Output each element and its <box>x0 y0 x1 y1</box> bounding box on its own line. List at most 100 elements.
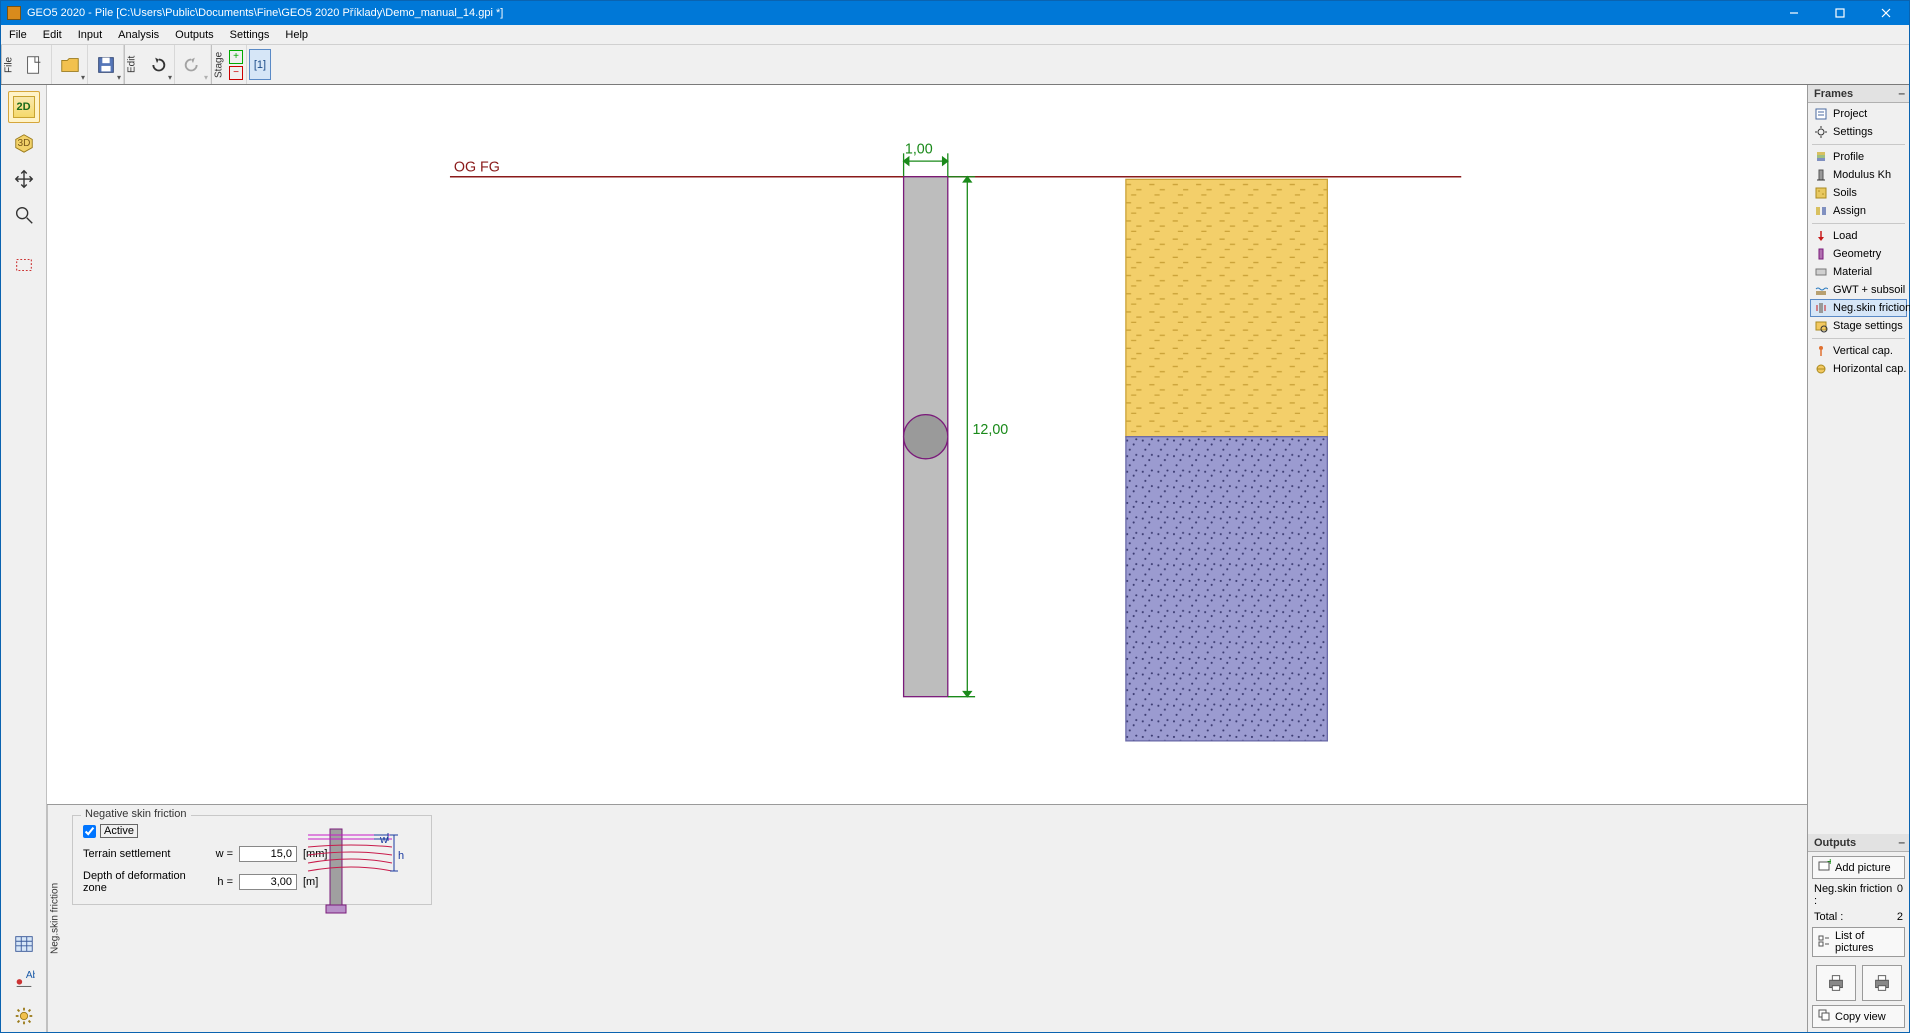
group-legend: Negative skin friction <box>81 808 191 820</box>
add-picture-button[interactable]: + Add picture <box>1812 856 1905 879</box>
gwt-icon <box>1814 283 1828 297</box>
menubar: File Edit Input Analysis Outputs Setting… <box>1 25 1909 45</box>
load-icon <box>1814 229 1828 243</box>
menu-input[interactable]: Input <box>70 25 110 44</box>
frame-horizontal-cap[interactable]: Horizontal cap. <box>1810 360 1907 378</box>
frames-minimize-icon[interactable]: – <box>1898 86 1905 100</box>
copy-view-icon <box>1817 1008 1831 1025</box>
frame-gwt-subsoil[interactable]: GWT + subsoil <box>1810 281 1907 299</box>
toolbar-tab-stage[interactable]: Stage <box>211 45 226 84</box>
h-symbol: h = <box>209 876 233 888</box>
deformation-depth-label: Depth of deformation zone <box>83 870 203 894</box>
frame-geometry[interactable]: Geometry <box>1810 245 1907 263</box>
stage-tab-1[interactable]: [1] <box>249 49 271 80</box>
close-button[interactable] <box>1863 1 1909 25</box>
material-icon <box>1814 265 1828 279</box>
stage-settings-icon <box>1814 319 1828 333</box>
output-neg-friction-row: Neg.skin friction :0 <box>1812 883 1905 907</box>
view-2d-button[interactable]: 2D <box>8 91 40 123</box>
outputs-minimize-icon[interactable]: – <box>1898 835 1905 849</box>
modulus-icon <box>1814 168 1828 182</box>
profile-icon <box>1814 150 1828 164</box>
vertical-cap-icon <box>1814 344 1828 358</box>
outputs-header: Outputs – <box>1808 834 1909 852</box>
list-pictures-icon <box>1817 934 1831 951</box>
settings-gear-button[interactable] <box>8 1000 40 1032</box>
terrain-settlement-label: Terrain settlement <box>83 848 203 860</box>
svg-text:Abc: Abc <box>25 970 34 981</box>
frame-modulus-kh[interactable]: Modulus Kh <box>1810 166 1907 184</box>
add-picture-icon: + <box>1817 859 1831 876</box>
terrain-settlement-input[interactable] <box>239 846 297 862</box>
svg-text:+: + <box>1827 859 1831 868</box>
menu-file[interactable]: File <box>1 25 35 44</box>
frame-profile[interactable]: Profile <box>1810 148 1907 166</box>
soils-icon <box>1814 186 1828 200</box>
frame-project[interactable]: Project <box>1810 105 1907 123</box>
app-icon <box>7 6 21 20</box>
new-file-button[interactable] <box>16 45 52 84</box>
frame-settings[interactable]: Settings <box>1810 123 1907 141</box>
svg-text:w: w <box>379 834 388 846</box>
labels-button[interactable]: Abc <box>8 964 40 996</box>
og-fg-label: OG FG <box>454 160 500 176</box>
svg-text:3D: 3D <box>17 138 30 149</box>
frame-vertical-cap[interactable]: Vertical cap. <box>1810 342 1907 360</box>
side-dim-label: 12,00 <box>972 422 1008 438</box>
pan-button[interactable] <box>8 163 40 195</box>
stage-add-button[interactable]: + <box>229 50 243 64</box>
bottom-panel-tab[interactable]: Neg.skin friction <box>47 805 62 1032</box>
copy-view-button[interactable]: Copy view <box>1812 1005 1905 1028</box>
save-file-button[interactable]: ▾ <box>88 45 124 84</box>
view-3d-button[interactable]: 3D <box>8 127 40 159</box>
drawing-canvas[interactable]: OG FG 1,00 <box>47 85 1807 804</box>
diagram-icon: w h <box>302 825 412 915</box>
toolbar-tab-file[interactable]: File <box>1 45 16 84</box>
menu-analysis[interactable]: Analysis <box>110 25 167 44</box>
frame-stage-settings[interactable]: Stage settings <box>1810 317 1907 335</box>
project-icon <box>1814 107 1828 121</box>
deformation-depth-input[interactable] <box>239 874 297 890</box>
top-dim-label: 1,00 <box>905 141 933 157</box>
toolbar: File ▾ ▾ Edit ▾ ▾ Stage + − [1] <box>1 45 1909 85</box>
redo-button[interactable]: ▾ <box>175 45 211 84</box>
bottom-panel: Neg.skin friction Negative skin friction… <box>47 804 1807 1032</box>
titlebar: GEO5 2020 - Pile [C:\Users\Public\Docume… <box>1 1 1909 25</box>
frame-soils[interactable]: Soils <box>1810 184 1907 202</box>
active-checkbox[interactable] <box>83 825 96 838</box>
geometry-icon <box>1814 247 1828 261</box>
stage-controls: + − <box>226 45 247 84</box>
zoom-button[interactable] <box>8 199 40 231</box>
toolbar-tab-edit[interactable]: Edit <box>124 45 139 84</box>
table-view-button[interactable] <box>8 928 40 960</box>
minimize-button[interactable] <box>1771 1 1817 25</box>
frame-load[interactable]: Load <box>1810 227 1907 245</box>
menu-help[interactable]: Help <box>277 25 316 44</box>
assign-icon <box>1814 204 1828 218</box>
undo-button[interactable]: ▾ <box>139 45 175 84</box>
menu-edit[interactable]: Edit <box>35 25 70 44</box>
print-button-1[interactable] <box>1816 965 1856 1001</box>
menu-outputs[interactable]: Outputs <box>167 25 222 44</box>
zoom-extents-button[interactable] <box>8 249 40 281</box>
maximize-button[interactable] <box>1817 1 1863 25</box>
w-symbol: w = <box>209 848 233 860</box>
svg-text:h: h <box>398 850 404 862</box>
active-label: Active <box>100 824 138 838</box>
open-file-button[interactable]: ▾ <box>52 45 88 84</box>
right-panel: Frames – Project Settings Profile Modulu… <box>1807 85 1909 1032</box>
frames-header: Frames – <box>1808 85 1909 103</box>
frame-material[interactable]: Material <box>1810 263 1907 281</box>
output-total-row: Total :2 <box>1812 911 1905 923</box>
list-of-pictures-button[interactable]: List of pictures <box>1812 927 1905 957</box>
left-toolbar: 2D 3D Abc <box>1 85 47 1032</box>
frame-assign[interactable]: Assign <box>1810 202 1907 220</box>
neg-friction-icon <box>1814 301 1828 315</box>
frame-neg-skin-friction[interactable]: Neg.skin friction <box>1810 299 1907 317</box>
gear-icon <box>1814 125 1828 139</box>
window-title: GEO5 2020 - Pile [C:\Users\Public\Docume… <box>27 7 1771 19</box>
horizontal-cap-icon <box>1814 362 1828 376</box>
menu-settings[interactable]: Settings <box>222 25 278 44</box>
stage-remove-button[interactable]: − <box>229 66 243 80</box>
print-button-2[interactable] <box>1862 965 1902 1001</box>
